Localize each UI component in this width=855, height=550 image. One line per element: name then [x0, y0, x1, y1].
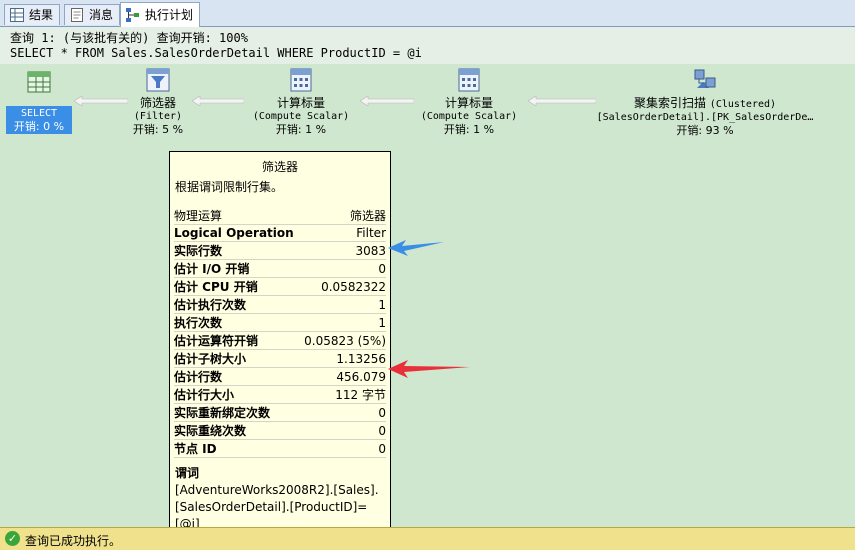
- plan-node-select[interactable]: SELECT 开销: 0 %: [5, 70, 73, 134]
- tab-results-label: 结果: [29, 8, 54, 22]
- tooltip-row: 估计执行次数 1: [174, 295, 386, 314]
- query-sql-text: SELECT * FROM Sales.SalesOrderDetail WHE…: [10, 46, 422, 60]
- status-text: 查询已成功执行。: [25, 534, 122, 548]
- tooltip-row-label: 物理运算: [174, 207, 300, 225]
- status-bar: ✓ 查询已成功执行。: [0, 527, 855, 550]
- tooltip-description: 根据谓词限制行集。: [175, 180, 284, 194]
- operator-tooltip: 筛选器 根据谓词限制行集。 物理运算 筛选器 Logical Operation Fi…: [169, 151, 391, 549]
- plan-node-compute-scalar-2-name: 计算标量: [444, 96, 493, 110]
- plan-node-filter-name: 筛选器: [139, 96, 176, 110]
- flow-arrow: [192, 96, 244, 106]
- compute-scalar-icon: [290, 68, 312, 92]
- tooltip-row-value: 3083: [299, 241, 386, 260]
- plan-node-clustered-index-scan-cost: 开销: 93 %: [676, 124, 734, 137]
- tooltip-row-label: 实际重新绑定次数: [174, 403, 300, 422]
- result-tabs: 结果 消息 执行计划: [0, 0, 855, 27]
- tooltip-row: 估计子树大小 1.13256: [174, 349, 386, 368]
- tooltip-row-value: 1: [299, 313, 386, 332]
- tooltip-row-label: 节点 ID: [174, 439, 300, 458]
- flow-arrow: [360, 96, 414, 106]
- tab-execution-plan-label: 执行计划: [145, 8, 194, 22]
- plan-node-compute-scalar-2-sub: (Compute Scalar): [420, 111, 518, 122]
- clustered-index-scan-icon: [694, 69, 716, 88]
- compute-scalar-icon: [458, 68, 480, 92]
- tooltip-row-value: 1.13256: [299, 349, 386, 368]
- tooltip-row: 估计行大小 112 字节: [174, 385, 386, 404]
- plan-node-clustered-index-scan-suffix: (Clustered): [709, 99, 777, 110]
- tab-messages[interactable]: 消息: [64, 4, 121, 25]
- tooltip-row-label: 估计运算符开销: [174, 331, 300, 350]
- tooltip-row-value: 0: [299, 259, 386, 278]
- plan-node-select-name: SELECT: [20, 108, 58, 119]
- tooltip-row-label: 实际行数: [174, 241, 300, 260]
- tab-results[interactable]: 结果: [4, 4, 61, 25]
- tooltip-title: 筛选器: [261, 160, 298, 174]
- tooltip-row-value: Filter: [299, 224, 386, 242]
- plan-node-select-cost: 开销: 0 %: [13, 120, 65, 133]
- plan-node-compute-scalar-1-sub: (Compute Scalar): [252, 111, 350, 122]
- messages-icon: [71, 8, 83, 22]
- tooltip-row: 执行次数 1: [174, 313, 386, 332]
- tooltip-row: Logical Operation Filter: [174, 224, 386, 242]
- query-cost-line: 查询 1: (与该批有关的) 查询开销: 100%: [10, 31, 248, 45]
- tab-execution-plan[interactable]: 执行计划: [120, 2, 201, 27]
- tooltip-row-value: 0: [299, 421, 386, 440]
- tooltip-row-value: 0.05823 (5%): [299, 331, 386, 350]
- tooltip-row-label: 估计执行次数: [174, 295, 300, 314]
- tooltip-row: 实际重绕次数 0: [174, 421, 386, 440]
- tooltip-row-value: 0.0582322: [299, 277, 386, 296]
- filter-icon: [146, 68, 170, 92]
- tooltip-row-label: 实际重绕次数: [174, 421, 300, 440]
- plan-node-compute-scalar-2-cost: 开销: 1 %: [443, 123, 495, 136]
- tooltip-row: 物理运算 筛选器: [174, 207, 386, 225]
- tooltip-properties-table: 物理运算 筛选器 Logical Operation Filter 实际行数 3083 估计…: [174, 207, 386, 458]
- tooltip-row: 实际行数 3083: [174, 241, 386, 260]
- plan-node-clustered-index-scan-object: [SalesOrderDetail].[PK_SalesOrderDe…: [596, 112, 814, 123]
- tooltip-row-label: 执行次数: [174, 313, 300, 332]
- tooltip-row: 估计行数 456.079: [174, 367, 386, 386]
- plan-node-filter[interactable]: 筛选器 (Filter) 开销: 5 %: [118, 68, 198, 136]
- tooltip-predicate-title: 谓词: [175, 466, 200, 480]
- tooltip-row-label: 估计 CPU 开销: [174, 277, 300, 296]
- plan-node-filter-sub: (Filter): [133, 111, 183, 122]
- tooltip-row: 估计 CPU 开销 0.0582322: [174, 277, 386, 296]
- tooltip-row-value: 0: [299, 439, 386, 458]
- tooltip-row: 估计 I/O 开销 0: [174, 259, 386, 278]
- success-check-icon: ✓: [5, 531, 20, 546]
- tooltip-row-label: 估计行数: [174, 367, 300, 386]
- tooltip-row: 估计运算符开销 0.05823 (5%): [174, 331, 386, 350]
- tooltip-row-label: 估计 I/O 开销: [174, 259, 300, 278]
- plan-node-compute-scalar-1[interactable]: 计算标量 (Compute Scalar) 开销: 1 %: [244, 68, 358, 136]
- plan-node-compute-scalar-1-cost: 开销: 1 %: [275, 123, 327, 136]
- plan-node-compute-scalar-1-name: 计算标量: [276, 96, 325, 110]
- tooltip-row: 实际重新绑定次数 0: [174, 403, 386, 422]
- select-icon: [27, 71, 51, 93]
- tooltip-predicate-text: [AdventureWorks2008R2].[Sales].[SalesOrd…: [175, 483, 379, 531]
- plan-node-clustered-index-scan[interactable]: 聚集索引扫描 (Clustered) [SalesOrderDetail].[P…: [580, 68, 830, 137]
- plan-icon: [126, 8, 139, 22]
- red-annotation-arrow: [388, 360, 470, 378]
- plan-node-clustered-index-scan-name: 聚集索引扫描: [633, 96, 706, 110]
- tooltip-row-value: 1: [299, 295, 386, 314]
- plan-node-compute-scalar-2[interactable]: 计算标量 (Compute Scalar) 开销: 1 %: [412, 68, 526, 136]
- tooltip-row-value: 0: [299, 403, 386, 422]
- blue-annotation-arrow: [388, 240, 444, 256]
- tooltip-row: 节点 ID 0: [174, 439, 386, 458]
- tab-messages-label: 消息: [89, 8, 114, 22]
- tooltip-row-label: 估计行大小: [174, 385, 300, 404]
- plan-node-filter-cost: 开销: 5 %: [132, 123, 184, 136]
- tooltip-row-label: Logical Operation: [174, 224, 300, 242]
- tooltip-row-value: 456.079: [299, 367, 386, 386]
- grid-icon: [10, 8, 24, 22]
- tooltip-row-label: 估计子树大小: [174, 349, 300, 368]
- tooltip-row-value: 112 字节: [299, 385, 386, 404]
- tooltip-row-value: 筛选器: [299, 207, 386, 225]
